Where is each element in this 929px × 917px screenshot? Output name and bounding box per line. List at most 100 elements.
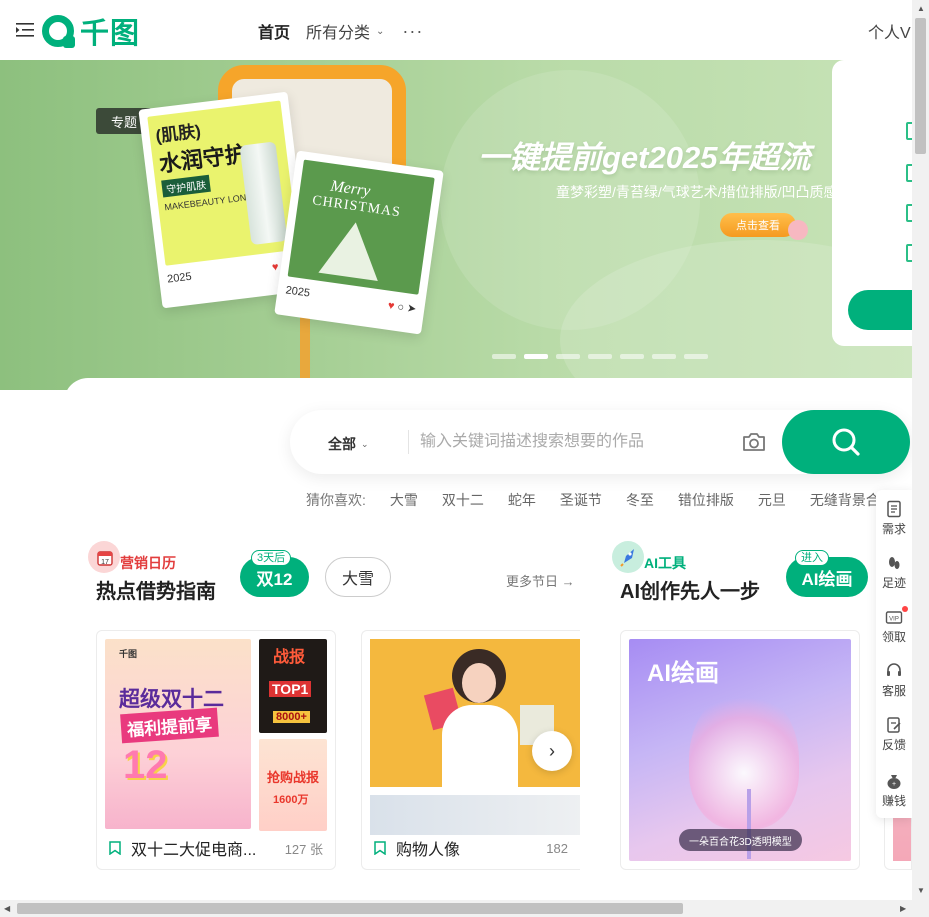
carousel-next-button[interactable]: ›: [532, 731, 572, 771]
svg-text:+: +: [892, 781, 896, 788]
login-panel: [832, 60, 912, 346]
document-icon: [887, 500, 901, 518]
search-button[interactable]: [782, 410, 910, 474]
banner-subline: 童梦彩塑/青苔绿/气球艺术/措位排版/凹凸质感: [556, 184, 838, 200]
guess-keyword[interactable]: 无缝背景合: [810, 490, 880, 510]
guess-keyword[interactable]: 冬至: [626, 490, 654, 510]
search-bar: 全部 ⌄: [290, 410, 910, 474]
christmas-tree-icon: [318, 218, 386, 281]
christmas-poster: Merry CHRISTMAS: [287, 159, 435, 295]
poster-c-title: 抢购战报: [267, 770, 320, 785]
float-label: 赚钱: [881, 794, 906, 808]
banner-dot[interactable]: [588, 354, 612, 359]
ai-draw-pill-label: AI绘画: [801, 569, 853, 589]
heart-icon: ♥: [271, 261, 280, 274]
guess-keyword[interactable]: 蛇年: [508, 490, 536, 510]
card-label: 购物人像: [396, 842, 461, 859]
svg-text:VIP: VIP: [889, 617, 899, 623]
horizontal-scroll-thumb[interactable]: [17, 903, 683, 914]
menu-toggle-icon[interactable]: [16, 22, 34, 38]
float-footprint[interactable]: 足迹: [876, 554, 912, 591]
guess-keyword[interactable]: 错位排版: [678, 490, 734, 510]
pig-mascot-icon: [788, 220, 808, 240]
logo-text: 千图: [80, 18, 141, 50]
card-count: 127 张: [284, 841, 323, 857]
guess-keyword[interactable]: 大雪: [390, 490, 418, 510]
enter-badge: 进入: [795, 550, 829, 566]
top-header: 千图 首页 所有分类 ⌄ ··· 个人V: [0, 0, 912, 60]
vertical-scrollbar[interactable]: ▲ ▼: [912, 0, 929, 900]
search-category-select[interactable]: 全部 ⌄: [328, 434, 369, 454]
guess-keyword[interactable]: 双十二: [442, 490, 484, 510]
banner-card-christmas: Merry CHRISTMAS 2025 ♥ ○ ➤: [274, 150, 444, 335]
poster-battle-report: 战报 TOP1 8000+: [259, 639, 327, 733]
poster-sales-report: 抢购战报 1600万: [259, 739, 327, 831]
lily-flower: [689, 689, 799, 829]
nav-personal-vip[interactable]: 个人V: [868, 19, 911, 43]
float-earn[interactable]: + 赚钱: [876, 772, 912, 809]
more-festivals-link[interactable]: 更多节日 →: [506, 571, 575, 590]
feedback-icon: [887, 717, 901, 733]
rocket-icon: [612, 541, 644, 573]
hero-banner[interactable]: 专题 (肌肤) 水润守护 守护肌肤 MAKEBEAUTY LONGER 2025…: [0, 60, 912, 390]
float-service[interactable]: 客服: [876, 662, 912, 699]
nav-all-categories[interactable]: 所有分类 ⌄: [306, 19, 384, 43]
search-category-label: 全部: [328, 436, 356, 452]
banner-dot[interactable]: [620, 354, 644, 359]
main-nav: 首页 所有分类 ⌄ ···: [258, 19, 423, 43]
search-input[interactable]: [420, 426, 720, 458]
festival-pill[interactable]: 大雪: [325, 557, 391, 597]
poster-b-number: 8000+: [273, 711, 310, 723]
template-card-shopping[interactable]: › 购物人像 182: [361, 630, 580, 870]
scroll-right-icon[interactable]: ▶: [900, 904, 906, 913]
poster-double12-main: 千图 超级双十二 福利提前享 12: [105, 639, 251, 829]
guess-keyword[interactable]: 圣诞节: [560, 490, 602, 510]
banner-dot-active[interactable]: [524, 354, 548, 359]
float-demand[interactable]: 需求: [876, 500, 912, 537]
poster-c-number: 1600万: [273, 794, 309, 806]
float-label: 足迹: [881, 576, 906, 590]
nav-more-icon[interactable]: ···: [402, 21, 423, 42]
template-card-double12[interactable]: 千图 超级双十二 福利提前享 12 战报 TOP1 8000+ 抢购战报 160…: [96, 630, 336, 870]
poster-big-number: 12: [123, 743, 168, 787]
scroll-up-icon[interactable]: ▲: [917, 4, 925, 13]
ai-title: AI创作先人一步: [620, 581, 760, 603]
marketing-title: 热点借势指南: [96, 581, 216, 603]
banner-dot[interactable]: [556, 354, 580, 359]
horizontal-scrollbar[interactable]: ◀ ▶: [0, 900, 929, 917]
banner-dot[interactable]: [684, 354, 708, 359]
marketing-tag: 营销日历: [120, 555, 176, 571]
guess-keyword[interactable]: 元旦: [758, 490, 786, 510]
nav-home[interactable]: 首页: [258, 19, 290, 43]
float-feedback[interactable]: 反馈: [876, 716, 912, 753]
heart-icon: ♥: [387, 299, 396, 313]
ai-draw-card[interactable]: AI绘画 一朵百合花3D透明模型: [620, 630, 860, 870]
site-logo[interactable]: 千图: [42, 14, 144, 50]
float-label: 客服: [881, 684, 906, 698]
vertical-scroll-thumb[interactable]: [915, 18, 926, 154]
festival-pill-label: 双12: [256, 569, 293, 589]
chevron-down-icon: ⌄: [361, 438, 369, 449]
banner-cta-button[interactable]: 点击查看: [720, 213, 796, 237]
svg-text:17: 17: [101, 559, 109, 566]
nav-all-categories-label: 所有分类: [306, 25, 371, 42]
scroll-down-icon[interactable]: ▼: [917, 886, 925, 895]
banner-dot[interactable]: [492, 354, 516, 359]
skincare-poster: (肌肤) 水润守护 守护肌肤 MAKEBEAUTY LONGER: [147, 100, 299, 266]
money-bag-icon: +: [887, 775, 901, 789]
float-claim[interactable]: VIP 领取: [876, 608, 912, 645]
bookmark-icon[interactable]: [374, 841, 386, 855]
search-icon: [832, 428, 860, 456]
vip-card-icon: VIP: [885, 611, 903, 624]
poster-b-title: 战报: [273, 649, 306, 666]
card-year: 2025: [166, 270, 193, 286]
camera-icon[interactable]: [742, 432, 766, 452]
bookmark-icon[interactable]: [109, 841, 121, 855]
banner-dot[interactable]: [652, 354, 676, 359]
login-button[interactable]: [848, 290, 912, 330]
card-footer: 双十二大促电商... 127 张: [97, 827, 335, 869]
float-label: 需求: [881, 522, 906, 536]
ai-lily-image: AI绘画 一朵百合花3D透明模型: [629, 639, 851, 861]
scroll-left-icon[interactable]: ◀: [4, 904, 10, 913]
card-label: 双十二大促电商...: [131, 842, 257, 859]
